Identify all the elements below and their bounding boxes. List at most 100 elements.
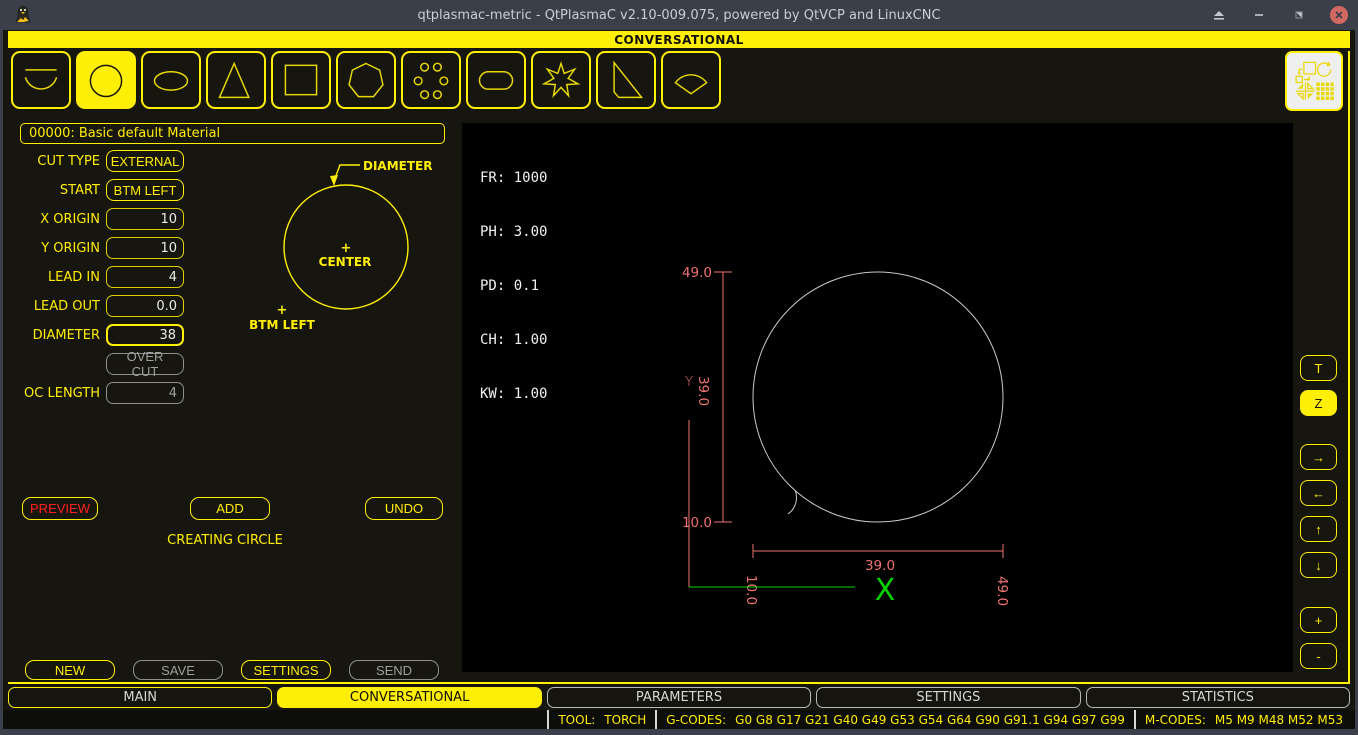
circle-icon xyxy=(84,56,128,104)
start-point-button[interactable]: BTM LEFT xyxy=(106,179,184,201)
block-operations-button[interactable] xyxy=(1285,51,1343,111)
lead-out-input[interactable] xyxy=(106,295,184,317)
restore-button[interactable] xyxy=(1290,6,1308,24)
cut-type-button[interactable]: EXTERNAL xyxy=(106,150,184,172)
view-z-button[interactable]: Z xyxy=(1300,390,1337,416)
title-bar[interactable]: qtplasmac-metric - QtPlasmaC v2.10-009.0… xyxy=(0,0,1358,30)
window-left-edge xyxy=(0,30,3,735)
window-bottom-edge xyxy=(0,729,1358,735)
dim-bottom-value: 10.0 xyxy=(682,515,712,531)
over-cut-row: OVER CUT xyxy=(10,353,450,375)
mcodes-status-label: M-CODES: xyxy=(1145,713,1206,727)
undo-button[interactable]: UNDO xyxy=(365,497,443,520)
over-cut-button[interactable]: OVER CUT xyxy=(106,353,184,375)
pan-down-button[interactable]: ↓ xyxy=(1300,552,1337,578)
y-axis-label: Y xyxy=(685,374,693,390)
view-top-button[interactable]: T xyxy=(1300,355,1337,381)
send-button[interactable]: SEND xyxy=(349,660,439,680)
add-button[interactable]: ADD xyxy=(190,497,270,520)
cut-path-circle xyxy=(753,272,1003,522)
oc-length-input[interactable] xyxy=(106,382,184,404)
cut-type-label: CUT TYPE xyxy=(10,154,100,169)
center-plus-marker: + xyxy=(341,241,352,256)
tab-statistics[interactable]: STATISTICS xyxy=(1086,687,1350,708)
gcode-preview-drawing: 49.0 10.0 39.0 39.0 10.0 49.0 Y X xyxy=(462,123,1293,672)
tab-settings[interactable]: SETTINGS xyxy=(816,687,1080,708)
settings-button[interactable]: SETTINGS xyxy=(241,660,331,680)
rectangle-icon xyxy=(279,56,323,104)
diagram-btm-left-label: BTM LEFT xyxy=(250,318,316,332)
diagram-diameter-label: DIAMETER xyxy=(363,159,432,173)
shape-polygon-button[interactable] xyxy=(336,51,396,109)
x-axis-label: X xyxy=(875,573,896,608)
sector-icon xyxy=(669,56,713,104)
material-combobox[interactable]: 00000: Basic default Material xyxy=(20,123,445,144)
dim-top-value: 49.0 xyxy=(682,265,712,281)
array-icon xyxy=(1316,83,1333,100)
diameter-label: DIAMETER xyxy=(10,328,100,343)
lead-out-label: LEAD OUT xyxy=(10,299,100,314)
shade-button[interactable] xyxy=(1210,6,1228,24)
bottom-frame-border xyxy=(8,682,1350,684)
dim-height-value: 39.0 xyxy=(695,376,711,406)
zoom-in-button[interactable]: + xyxy=(1300,607,1337,633)
shape-star-button[interactable] xyxy=(531,51,591,109)
tab-conversational[interactable]: CONVERSATIONAL xyxy=(277,687,541,708)
mcodes-status-value: M5 M9 M48 M52 M53 xyxy=(1215,713,1343,727)
pan-right-button[interactable]: → xyxy=(1300,444,1337,470)
diameter-arrowhead-icon xyxy=(330,175,338,186)
preview-button[interactable]: PREVIEW xyxy=(22,497,98,520)
gusset-icon xyxy=(604,56,648,104)
eject-icon xyxy=(1213,9,1225,21)
slot-icon xyxy=(474,56,518,104)
circle-diagram: DIAMETER + CENTER + BTM LEFT xyxy=(250,150,450,335)
star-icon xyxy=(539,56,583,104)
save-button[interactable]: SAVE xyxy=(133,660,223,680)
shape-slot-button[interactable] xyxy=(466,51,526,109)
shape-circle-button[interactable] xyxy=(76,51,136,109)
shape-bolt-circle-button[interactable] xyxy=(401,51,461,109)
tool-status-value: TORCH xyxy=(604,713,646,727)
x-axis: X xyxy=(689,573,895,608)
tool-status-label: TOOL: xyxy=(558,713,595,727)
creating-status-text: CREATING CIRCLE xyxy=(100,533,350,548)
shape-rectangle-button[interactable] xyxy=(271,51,331,109)
oc-length-row: OC LENGTH xyxy=(10,382,450,404)
dim-width-value: 39.0 xyxy=(865,558,895,574)
shape-gusset-button[interactable] xyxy=(596,51,656,109)
gcodes-status-value: G0 G8 G17 G21 G40 G49 G53 G54 G64 G90 G9… xyxy=(735,713,1125,727)
shape-triangle-button[interactable] xyxy=(206,51,266,109)
triangle-icon xyxy=(214,56,258,104)
zoom-out-button[interactable]: - xyxy=(1300,643,1337,669)
shape-ellipse-button[interactable] xyxy=(141,51,201,109)
lead-in-input[interactable] xyxy=(106,266,184,288)
preview-canvas[interactable]: FR: 1000 PH: 3.00 PD: 0.1 CH: 1.00 KW: 1… xyxy=(462,123,1293,672)
shape-sector-button[interactable] xyxy=(661,51,721,109)
bolt-circle-icon xyxy=(409,56,453,104)
x-origin-input[interactable] xyxy=(106,208,184,230)
tab-parameters[interactable]: PARAMETERS xyxy=(547,687,811,708)
window-controls xyxy=(1210,0,1348,30)
y-origin-input[interactable] xyxy=(106,237,184,259)
gcodes-status-label: G-CODES: xyxy=(666,713,726,727)
right-frame-border xyxy=(1348,51,1350,683)
dim-x-right-value: 49.0 xyxy=(994,576,1010,606)
lead-in-label: LEAD IN xyxy=(10,270,100,285)
restore-icon xyxy=(1293,9,1305,21)
pan-left-button[interactable]: ← xyxy=(1300,480,1337,506)
oc-length-label: OC LENGTH xyxy=(10,386,100,401)
new-button[interactable]: NEW xyxy=(25,660,115,680)
mcodes-status: M-CODES: M5 M9 M48 M52 M53 xyxy=(1134,710,1352,729)
diameter-input[interactable] xyxy=(106,324,184,346)
pan-up-button[interactable]: ↑ xyxy=(1300,516,1337,542)
close-button[interactable] xyxy=(1330,6,1348,24)
tab-main[interactable]: MAIN xyxy=(8,687,272,708)
start-label: START xyxy=(10,183,100,198)
app-window: qtplasmac-metric - QtPlasmaC v2.10-009.0… xyxy=(0,0,1358,735)
window-title: qtplasmac-metric - QtPlasmaC v2.10-009.0… xyxy=(0,8,1358,23)
diagram-center-label: CENTER xyxy=(319,255,372,269)
shape-line-button[interactable] xyxy=(11,51,71,109)
x-origin-label: X ORIGIN xyxy=(10,212,100,227)
gcodes-status: G-CODES: G0 G8 G17 G21 G40 G49 G53 G54 G… xyxy=(655,710,1134,729)
minimize-button[interactable] xyxy=(1250,6,1268,24)
